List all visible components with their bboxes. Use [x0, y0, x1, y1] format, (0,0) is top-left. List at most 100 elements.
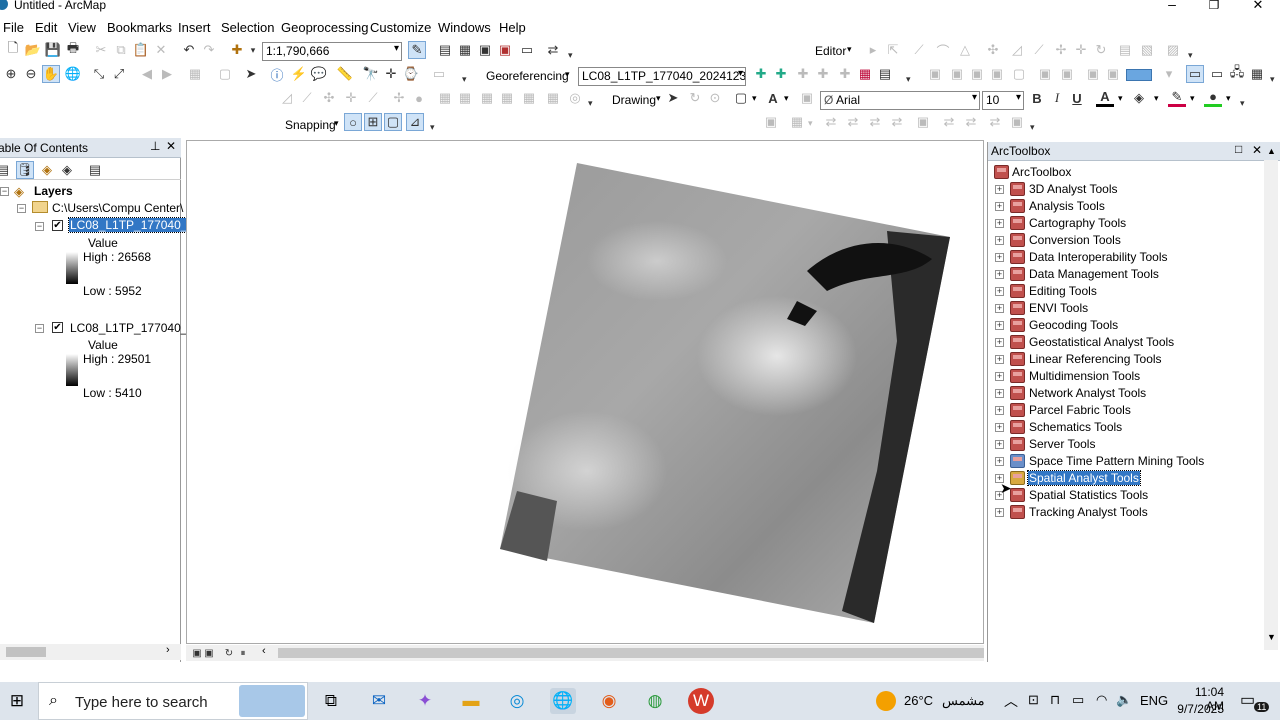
forward-extent-icon[interactable]: ▶	[158, 65, 176, 83]
tool-linear-referencing[interactable]: + Linear Referencing Tools	[988, 351, 1268, 368]
edge-snap-icon[interactable]: ⊿	[406, 113, 424, 131]
catalog-icon[interactable]: ▦	[456, 41, 474, 59]
edit-tool-icon[interactable]: ▸	[864, 41, 882, 59]
layer2-checkbox[interactable]: ✔	[52, 322, 63, 333]
weather-temp[interactable]: 26°C	[904, 693, 933, 708]
tool-spatial-analyst[interactable]: + Spatial Analyst Tools	[988, 470, 1268, 487]
font-color-icon[interactable]: A	[1096, 89, 1114, 107]
toolbar-grip-icon[interactable]: ▾	[568, 51, 574, 60]
map-view[interactable]	[186, 140, 984, 644]
select-pointer-icon[interactable]: ➤	[664, 89, 682, 107]
edit-vertices-icon[interactable]: ◿	[1008, 41, 1026, 59]
tool-cartography[interactable]: + Cartography Tools	[988, 215, 1268, 232]
select-elements-icon[interactable]: ➤	[242, 65, 260, 83]
redo-icon[interactable]: ↷	[200, 41, 218, 59]
toolbox-close-icon[interactable]: ✕	[1252, 143, 1262, 157]
tool-tracking-analyst[interactable]: + Tracking Analyst Tools	[988, 504, 1268, 521]
topology-e-icon[interactable]: ▦	[544, 89, 562, 107]
expand-icon[interactable]: +	[995, 389, 1004, 398]
layers-label[interactable]: Layers	[34, 184, 73, 198]
tool-network-analyst[interactable]: + Network Analyst Tools	[988, 385, 1268, 402]
line-color-dropdown-icon[interactable]: ▾	[1190, 93, 1195, 104]
edge-match-icon[interactable]: ⇄	[844, 113, 862, 131]
toolbar-grip-icon[interactable]: ▾	[588, 99, 594, 108]
toc-options-icon[interactable]: ▤	[86, 161, 104, 179]
toolbar-grip-icon[interactable]: ▾	[430, 123, 436, 132]
model-builder-icon[interactable]: ⇄	[544, 41, 562, 59]
expand-icon[interactable]: +	[995, 355, 1004, 364]
toggle-draft-icon[interactable]: ▣	[1104, 65, 1122, 83]
tool-geocoding[interactable]: + Geocoding Tools	[988, 317, 1268, 334]
view-link-table-icon[interactable]: ▣	[914, 113, 932, 131]
expand-icon[interactable]: +	[995, 321, 1004, 330]
data-driven-pages-icon[interactable]: 🖧	[1228, 64, 1246, 83]
font-size-combo[interactable]: 10 ▾	[982, 91, 1024, 110]
expand-icon[interactable]: +	[995, 202, 1004, 211]
vertex-snap-icon[interactable]: ▢	[384, 113, 402, 131]
zoom-100-icon[interactable]: ▢	[1010, 65, 1028, 83]
chrome-icon[interactable]: ◍	[642, 688, 668, 714]
topology-f-icon[interactable]: ◎	[566, 89, 584, 107]
expand-icon[interactable]: +	[995, 219, 1004, 228]
pause-drawing-icon[interactable]: ⏸	[234, 644, 252, 662]
toolbar-grip-icon[interactable]: ▾	[1270, 75, 1276, 84]
spatial-adj-icon[interactable]: ▣	[762, 113, 780, 131]
expand-icon[interactable]: +	[995, 338, 1004, 347]
toc-scroll-thumb[interactable]	[6, 647, 46, 657]
expand-icon[interactable]: +	[995, 185, 1004, 194]
toolbar-grip-icon[interactable]: ▾	[906, 75, 912, 84]
show-hidden-icon[interactable]: ︿	[1004, 691, 1018, 711]
cut-polygons-icon[interactable]: ✢	[1052, 41, 1070, 59]
usb-icon[interactable]: ⊡	[1028, 692, 1039, 708]
copilot-icon[interactable]: ✦	[412, 688, 438, 714]
toolbar-grip-icon[interactable]: ▾	[1030, 123, 1036, 132]
rotate-raster-icon[interactable]: ✚	[752, 65, 770, 83]
python-icon[interactable]: ▭	[518, 41, 536, 59]
paste-icon[interactable]: 📋	[132, 41, 150, 59]
georef-layer-combo[interactable]: LC08_L1TP_177040_20241230_ ▾	[578, 67, 746, 86]
measure-icon[interactable]: 📏	[336, 65, 354, 83]
tool-analysis[interactable]: + Analysis Tools	[988, 198, 1268, 215]
map-hscrollbar[interactable]: ▣ ▣ ↻ ⏸ ‹	[186, 645, 984, 661]
toolbar-grip-icon[interactable]: ▾	[1188, 51, 1194, 60]
layout-pan-icon[interactable]: ▣	[968, 65, 986, 83]
tool-spatial-statistics[interactable]: + Spatial Statistics Tools	[988, 487, 1268, 504]
toolbox-icon[interactable]: ▣	[496, 41, 514, 59]
menu-help[interactable]: Help	[499, 20, 526, 35]
marker-color-icon[interactable]: ●	[1204, 89, 1222, 107]
focus-data-frame-icon[interactable]: ▭	[1186, 65, 1204, 83]
minimize-button[interactable]: –	[1152, 0, 1192, 12]
delete-link-icon[interactable]: ▦	[856, 65, 874, 83]
go-to-xy-icon[interactable]: ✛	[382, 65, 400, 83]
fill-color-dropdown-icon[interactable]: ▾	[1154, 93, 1159, 104]
battery-icon[interactable]: ▭	[1072, 692, 1084, 708]
trace-icon[interactable]: △	[956, 41, 974, 59]
search-window-icon[interactable]: ▣	[476, 41, 494, 59]
snapping-dropdown-icon[interactable]: ▾	[334, 118, 339, 129]
zoom-whole-page-icon[interactable]: ▣	[988, 65, 1006, 83]
toc-close-icon[interactable]: ✕	[166, 139, 176, 153]
zoom-to-link-icon[interactable]: ✚	[836, 65, 854, 83]
html-popup-icon[interactable]: 💬	[310, 65, 328, 83]
wifi-icon[interactable]: ◠	[1096, 692, 1107, 708]
folder-label[interactable]: C:\Users\Compu Center\	[52, 201, 183, 215]
toc-window-icon[interactable]: ▤	[436, 41, 454, 59]
scroll-down-icon[interactable]: ▼	[1267, 632, 1276, 642]
layout-zoom-in-icon[interactable]: ▣	[926, 65, 944, 83]
close-button[interactable]: ✕	[1238, 0, 1278, 13]
tool-conversion[interactable]: + Conversion Tools	[988, 232, 1268, 249]
print-icon[interactable]: 🖶	[64, 40, 82, 59]
select-features-icon[interactable]: ▦	[186, 65, 204, 83]
open-icon[interactable]: 📂	[24, 41, 42, 59]
add-data-dropdown-icon[interactable]: ▾	[244, 41, 262, 59]
menu-file[interactable]: File	[3, 20, 24, 35]
editor-toolbar-icon[interactable]: ✎	[408, 41, 426, 59]
sketch-properties-icon[interactable]: ▧	[1138, 41, 1156, 59]
fixed-zoom-in-icon[interactable]: ⤡	[90, 65, 108, 83]
menu-customize[interactable]: Customize	[370, 20, 431, 35]
toolbox-root[interactable]: ArcToolbox	[988, 164, 1268, 181]
font-color-dropdown-icon[interactable]: ▾	[1118, 93, 1123, 104]
tool-multidimension[interactable]: + Multidimension Tools	[988, 368, 1268, 385]
menu-view[interactable]: View	[68, 20, 96, 35]
expand-icon[interactable]: +	[995, 287, 1004, 296]
